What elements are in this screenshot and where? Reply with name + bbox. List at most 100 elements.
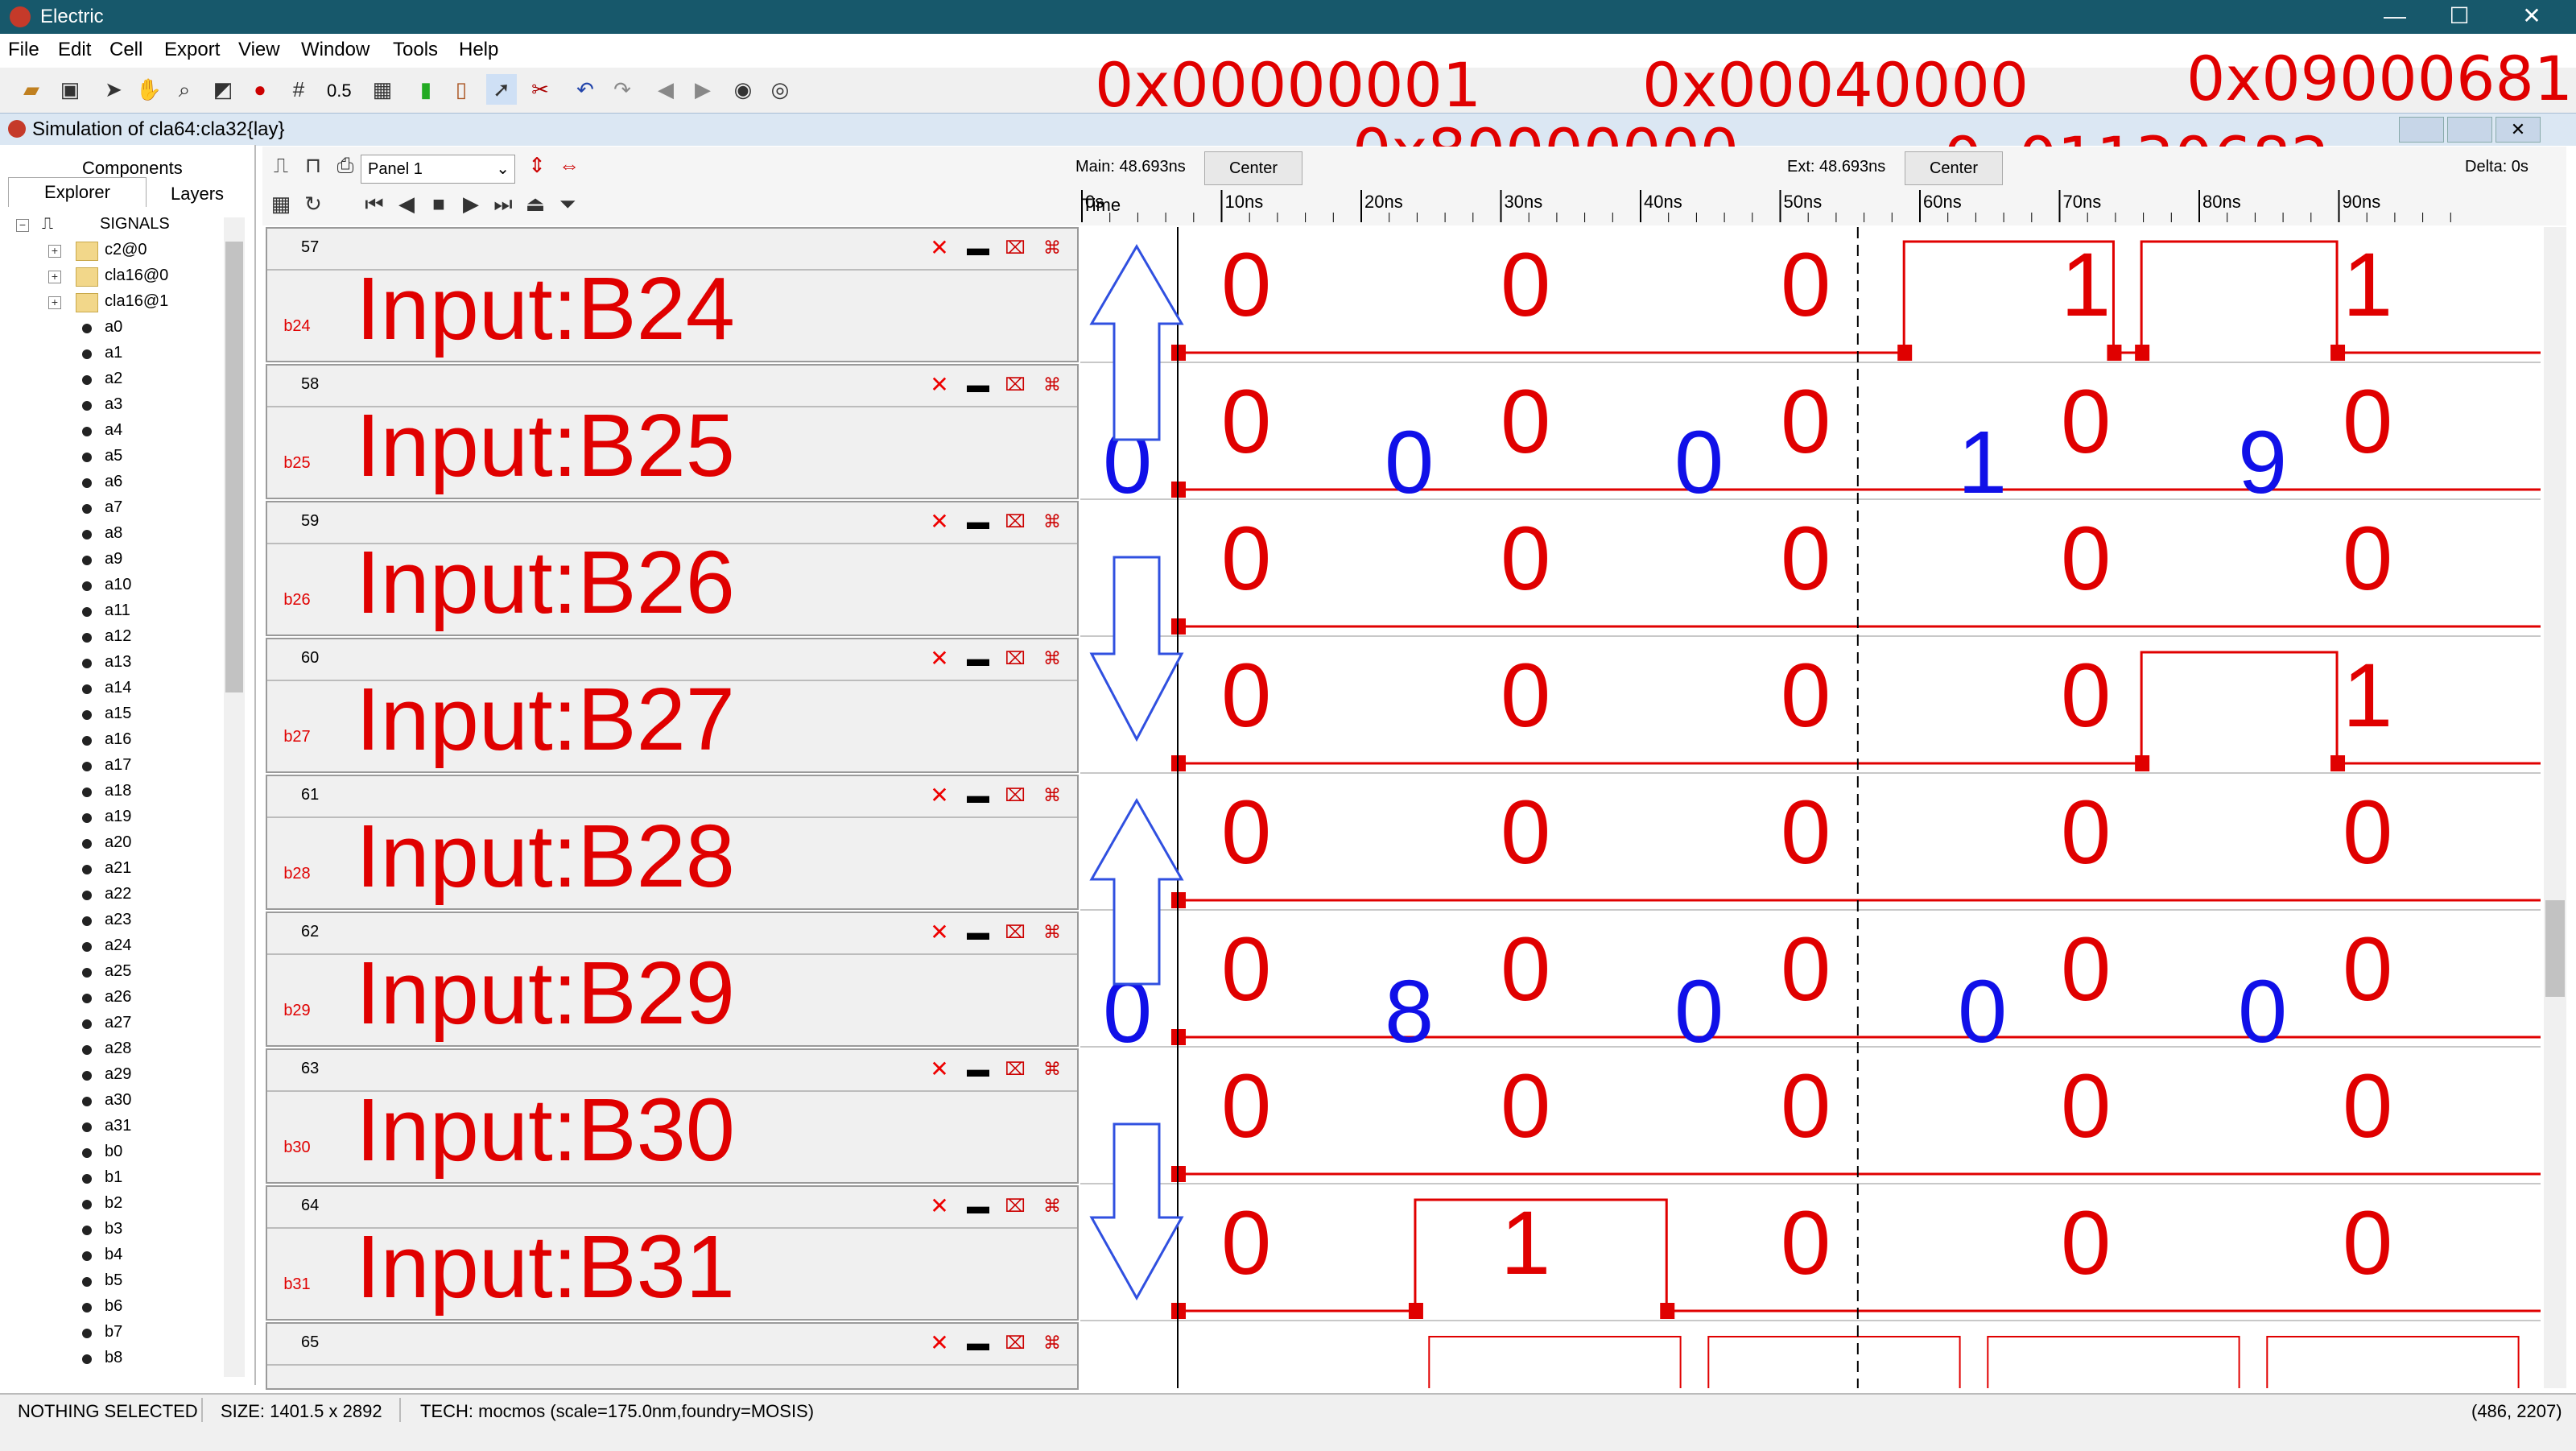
menu-cell[interactable]: Cell [109, 39, 142, 61]
close-panel-icon[interactable]: ✕ [927, 1195, 952, 1219]
rewind-icon[interactable]: ⏮ [359, 188, 390, 219]
hide-panel-icon[interactable]: ▬ [966, 237, 990, 261]
place-arc-icon[interactable]: ▯ [446, 74, 477, 105]
cut-icon[interactable]: ✂ [525, 74, 555, 105]
expand-icon[interactable]: + [48, 245, 61, 258]
align-grid-icon[interactable]: ▦ [367, 74, 398, 105]
grid-toggle-icon[interactable]: ▦ [266, 188, 296, 219]
signal-name[interactable]: b29 [267, 1002, 327, 1020]
signal-panel-64[interactable]: 64 ✕ ▬ ⌧ ⌘ b31 Input:B31 [266, 1185, 1079, 1321]
grow-panel-icon[interactable]: ⇕ [522, 150, 552, 180]
hide-panel-icon[interactable]: ▬ [966, 647, 990, 672]
move-up-icon[interactable]: ⏏ [520, 188, 551, 219]
center-main-button[interactable]: Center [1204, 151, 1302, 185]
transition-marker[interactable] [2330, 755, 2346, 771]
hide-panel-icon[interactable]: ▬ [966, 1332, 990, 1356]
remove-all-signals-icon[interactable]: ⌘ [1040, 1058, 1064, 1082]
remove-all-signals-icon[interactable]: ⌘ [1040, 647, 1064, 672]
close-panel-icon[interactable]: ✕ [927, 237, 952, 261]
signal-panel-62[interactable]: 62 ✕ ▬ ⌧ ⌘ b29 Input:B29 [266, 912, 1079, 1047]
close-button[interactable]: ✕ [2496, 0, 2568, 34]
hide-panel-icon[interactable]: ▬ [966, 784, 990, 808]
play-back-icon[interactable]: ◀ [391, 188, 422, 219]
shrink-panel-icon[interactable]: ⇔ [554, 150, 584, 180]
transition-marker[interactable] [1897, 345, 1913, 361]
remove-all-signals-icon[interactable]: ⌘ [1040, 921, 1064, 945]
expand-icon[interactable]: + [48, 296, 61, 309]
transition-marker[interactable] [2330, 345, 2346, 361]
transition-marker[interactable] [2107, 345, 2122, 361]
remove-signal-icon[interactable]: ⌧ [1003, 511, 1027, 535]
signal-panel-57[interactable]: 57 ✕ ▬ ⌧ ⌘ b24 Input:B24 [266, 227, 1079, 362]
menu-file[interactable]: File [8, 39, 39, 61]
transition-marker[interactable] [2135, 345, 2150, 361]
zoom-icon[interactable]: ⌕ [169, 74, 200, 105]
menu-view[interactable]: View [238, 39, 280, 61]
pulse-icon[interactable]: ⊓ [298, 150, 328, 180]
place-node-icon[interactable]: ▮ [411, 74, 441, 105]
play-icon[interactable]: ▶ [456, 188, 486, 219]
maximize-button[interactable]: ☐ [2423, 0, 2496, 34]
signal-panel-61[interactable]: 61 ✕ ▬ ⌧ ⌘ b28 Input:B28 [266, 775, 1079, 910]
sim-close-button[interactable]: ✕ [2496, 117, 2541, 143]
sim-restore-button[interactable] [2447, 117, 2492, 143]
redo-icon[interactable]: ↷ [607, 74, 638, 105]
hide-panel-icon[interactable]: ▬ [966, 511, 990, 535]
remove-signal-icon[interactable]: ⌧ [1003, 237, 1027, 261]
signal-name[interactable]: b27 [267, 728, 327, 746]
hide-panel-icon[interactable]: ▬ [966, 1058, 990, 1082]
panel-select[interactable]: Panel 1 ⌄ [361, 155, 515, 184]
undo-icon[interactable]: ↶ [570, 74, 601, 105]
signal-panel-59[interactable]: 59 ✕ ▬ ⌧ ⌘ b26 Input:B26 [266, 501, 1079, 636]
transition-marker[interactable] [1408, 1303, 1423, 1319]
remove-all-signals-icon[interactable]: ⌘ [1040, 374, 1064, 398]
close-panel-icon[interactable]: ✕ [927, 784, 952, 808]
refresh-icon[interactable]: ↻ [298, 188, 328, 219]
remove-all-signals-icon[interactable]: ⌘ [1040, 1332, 1064, 1356]
signal-name[interactable]: b24 [267, 317, 327, 336]
measure-icon[interactable]: ● [245, 74, 275, 105]
signal-name[interactable]: b25 [267, 454, 327, 473]
signal-panel-63[interactable]: 63 ✕ ▬ ⌧ ⌘ b30 Input:B30 [266, 1048, 1079, 1184]
signal-name[interactable]: b28 [267, 865, 327, 883]
hide-panel-icon[interactable]: ▬ [966, 921, 990, 945]
close-panel-icon[interactable]: ✕ [927, 511, 952, 535]
close-panel-icon[interactable]: ✕ [927, 921, 952, 945]
eye-closed-icon[interactable]: ◎ [765, 74, 795, 105]
signal-name[interactable]: b30 [267, 1139, 327, 1157]
remove-signal-icon[interactable]: ⌧ [1003, 647, 1027, 672]
remove-signal-icon[interactable]: ⌧ [1003, 921, 1027, 945]
print-icon[interactable]: ⎙ [330, 150, 361, 180]
hide-panel-icon[interactable]: ▬ [966, 374, 990, 398]
waveform-scroll-thumb[interactable] [2545, 900, 2565, 997]
transition-marker[interactable] [1660, 1303, 1675, 1319]
remove-signal-icon[interactable]: ⌧ [1003, 784, 1027, 808]
signal-name[interactable]: b26 [267, 591, 327, 610]
save-icon[interactable]: ▣ [55, 74, 85, 105]
transition-marker[interactable] [2135, 755, 2150, 771]
menu-edit[interactable]: Edit [58, 39, 91, 61]
click-mode-icon[interactable]: ➚ [486, 74, 517, 105]
grid-icon[interactable]: # [283, 74, 314, 105]
tab-explorer[interactable]: Explorer [8, 177, 147, 207]
remove-signal-icon[interactable]: ⌧ [1003, 1332, 1027, 1356]
remove-signal-icon[interactable]: ⌧ [1003, 1058, 1027, 1082]
collapse-icon[interactable]: − [16, 219, 29, 232]
signal-panel-58[interactable]: 58 ✕ ▬ ⌧ ⌘ b25 Input:B25 [266, 364, 1079, 499]
close-panel-icon[interactable]: ✕ [927, 1332, 952, 1356]
fast-forward-icon[interactable]: ⏭ [488, 188, 518, 219]
center-ext-button[interactable]: Center [1905, 151, 2003, 185]
signal-name[interactable]: b31 [267, 1275, 327, 1294]
menu-tools[interactable]: Tools [393, 39, 438, 61]
menu-window[interactable]: Window [301, 39, 369, 61]
expand-icon[interactable]: + [48, 271, 61, 283]
tab-layers[interactable]: Layers [171, 184, 224, 205]
minimize-button[interactable]: — [2359, 0, 2431, 34]
remove-all-signals-icon[interactable]: ⌘ [1040, 784, 1064, 808]
close-panel-icon[interactable]: ✕ [927, 647, 952, 672]
signal-panel-65[interactable]: 65 ✕ ▬ ⌧ ⌘ [266, 1322, 1079, 1390]
sidebar-scrollbar[interactable] [224, 217, 245, 1377]
menu-help[interactable]: Help [459, 39, 498, 61]
digital-wave-icon[interactable]: ⎍ [266, 150, 296, 180]
select-arrow-icon[interactable]: ➤ [98, 74, 129, 105]
